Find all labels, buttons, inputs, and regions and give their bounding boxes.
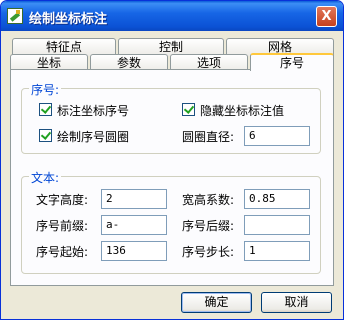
width-ratio-label: 宽高系数:	[182, 193, 235, 207]
width-ratio-input[interactable]: 0.85	[244, 189, 310, 209]
start-label: 序号起始:	[36, 245, 89, 259]
group-text-title: 文本:	[29, 169, 62, 186]
step-label: 序号步长:	[182, 245, 235, 259]
checkbox-draw-number-circle[interactable]	[39, 129, 52, 142]
close-button[interactable]: X	[316, 6, 337, 27]
suffix-label: 序号后缀:	[182, 219, 235, 233]
text-height-label: 文字高度:	[36, 193, 89, 207]
group-text: 文本: 文字高度: 2 宽高系数: 0.85 序号前缀: a- 序号后缀: 序号…	[21, 169, 321, 274]
hide-coord-value-label[interactable]: 隐藏坐标标注值	[200, 102, 284, 119]
text-height-input[interactable]: 2	[101, 189, 167, 209]
label-coord-number-label[interactable]: 标注坐标序号	[57, 102, 129, 119]
checkbox-label-coord-number[interactable]	[39, 103, 52, 116]
prefix-input[interactable]: a-	[101, 215, 167, 235]
app-icon	[7, 8, 23, 24]
prefix-label: 序号前缀:	[36, 219, 89, 233]
start-input[interactable]: 136	[101, 241, 167, 261]
circle-diameter-input[interactable]: 6	[244, 126, 310, 146]
suffix-input[interactable]	[244, 215, 310, 235]
tab-number[interactable]: 序号	[250, 53, 334, 71]
tab-panel-number: 序号: 标注坐标序号 隐藏坐标标注值 绘制序号圆圈 圆圈直径: 6 文本: 文字…	[10, 69, 334, 286]
circle-diameter-label: 圆圈直径:	[182, 130, 235, 144]
group-number-title: 序号:	[29, 81, 62, 98]
cancel-button[interactable]: 取消	[261, 292, 332, 313]
window-title: 绘制坐标标注	[29, 12, 108, 27]
dialog-window: 绘制坐标标注 X 特征点 控制 网格 坐标 参数 选项 序号 序号: 标注坐标序…	[0, 0, 344, 320]
checkbox-hide-coord-value[interactable]	[182, 103, 195, 116]
group-number: 序号: 标注坐标序号 隐藏坐标标注值 绘制序号圆圈 圆圈直径: 6	[21, 81, 321, 154]
draw-number-circle-label[interactable]: 绘制序号圆圈	[57, 128, 129, 145]
title-bar[interactable]: 绘制坐标标注 X	[1, 1, 343, 31]
step-input[interactable]: 1	[244, 241, 310, 261]
ok-button[interactable]: 确定	[181, 292, 252, 313]
